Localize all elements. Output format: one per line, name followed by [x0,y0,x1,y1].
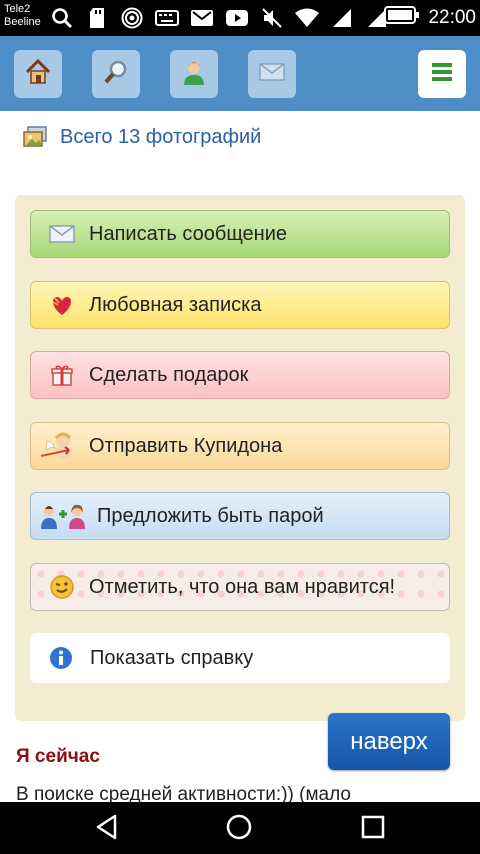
envelope-icon [47,219,77,249]
cupid-icon [39,426,79,466]
gmail-icon [190,7,214,29]
mail-button[interactable] [248,50,296,98]
heart-icon [47,290,77,320]
keyboard-icon [155,7,179,29]
send-cupid-button[interactable]: Отправить Купидона [30,422,450,470]
recents-button[interactable] [358,814,388,844]
top-navigation [0,36,480,111]
couple-icon [39,501,89,531]
status-right: 22:00 [384,5,476,30]
love-note-label: Любовная записка [89,293,262,316]
mark-like-label: Отметить, что она вам нравится! [89,575,396,598]
home-nav-button[interactable] [224,814,254,844]
status-bar: Tele2 Beeline 22:00 [0,0,480,36]
photos-link-row[interactable]: Всего 13 фотографий [22,122,261,152]
battery-icon [384,5,420,30]
sd-card-icon [85,7,109,29]
write-message-button[interactable]: Написать сообщение [30,210,450,258]
show-help-button[interactable]: Показать справку [30,633,450,683]
notification-icons [50,6,389,30]
carrier-1: Tele2 [4,3,31,15]
back-button[interactable] [92,814,122,844]
search-button[interactable] [92,50,140,98]
home-circle-icon [225,813,253,846]
send-cupid-label: Отправить Купидона [89,434,283,457]
signal-icon [330,7,354,29]
actions-panel: Написать сообщение Любовная записка Сдел… [15,195,465,721]
profile-icon [180,58,208,91]
photos-count-link[interactable]: Всего 13 фотографий [60,126,261,149]
make-gift-label: Сделать подарок [89,363,249,386]
home-icon [24,58,52,91]
show-help-label: Показать справку [90,646,254,669]
recents-icon [360,814,386,845]
menu-button[interactable] [418,50,466,98]
mute-icon [260,7,284,29]
offer-pair-button[interactable]: Предложить быть парой [30,492,450,540]
menu-icon [430,61,454,88]
home-button[interactable] [14,50,62,98]
youtube-icon [225,7,249,29]
wink-smiley-icon [47,572,77,602]
write-message-label: Написать сообщение [89,222,288,245]
mail-icon [258,61,286,88]
mark-like-button[interactable]: Отметить, что она вам нравится! [30,563,450,611]
carrier-2: Beeline [4,16,41,28]
system-navigation-bar [0,802,480,854]
hotspot-icon [120,7,144,29]
back-icon [93,813,121,846]
carrier-names: Tele2 Beeline [4,3,41,29]
scroll-to-top-button[interactable]: наверх [328,713,450,770]
search-icon [50,7,74,29]
gift-icon [47,360,77,390]
wifi-icon [295,7,319,29]
love-note-button[interactable]: Любовная записка [30,281,450,329]
section-title-now: Я сейчас [16,746,100,767]
offer-pair-label: Предложить быть парой [97,504,324,527]
profile-button[interactable] [170,50,218,98]
clock: 22:00 [428,6,476,28]
photos-icon [22,125,48,149]
search-icon [102,58,130,91]
make-gift-button[interactable]: Сделать подарок [30,351,450,399]
info-icon [46,643,76,673]
